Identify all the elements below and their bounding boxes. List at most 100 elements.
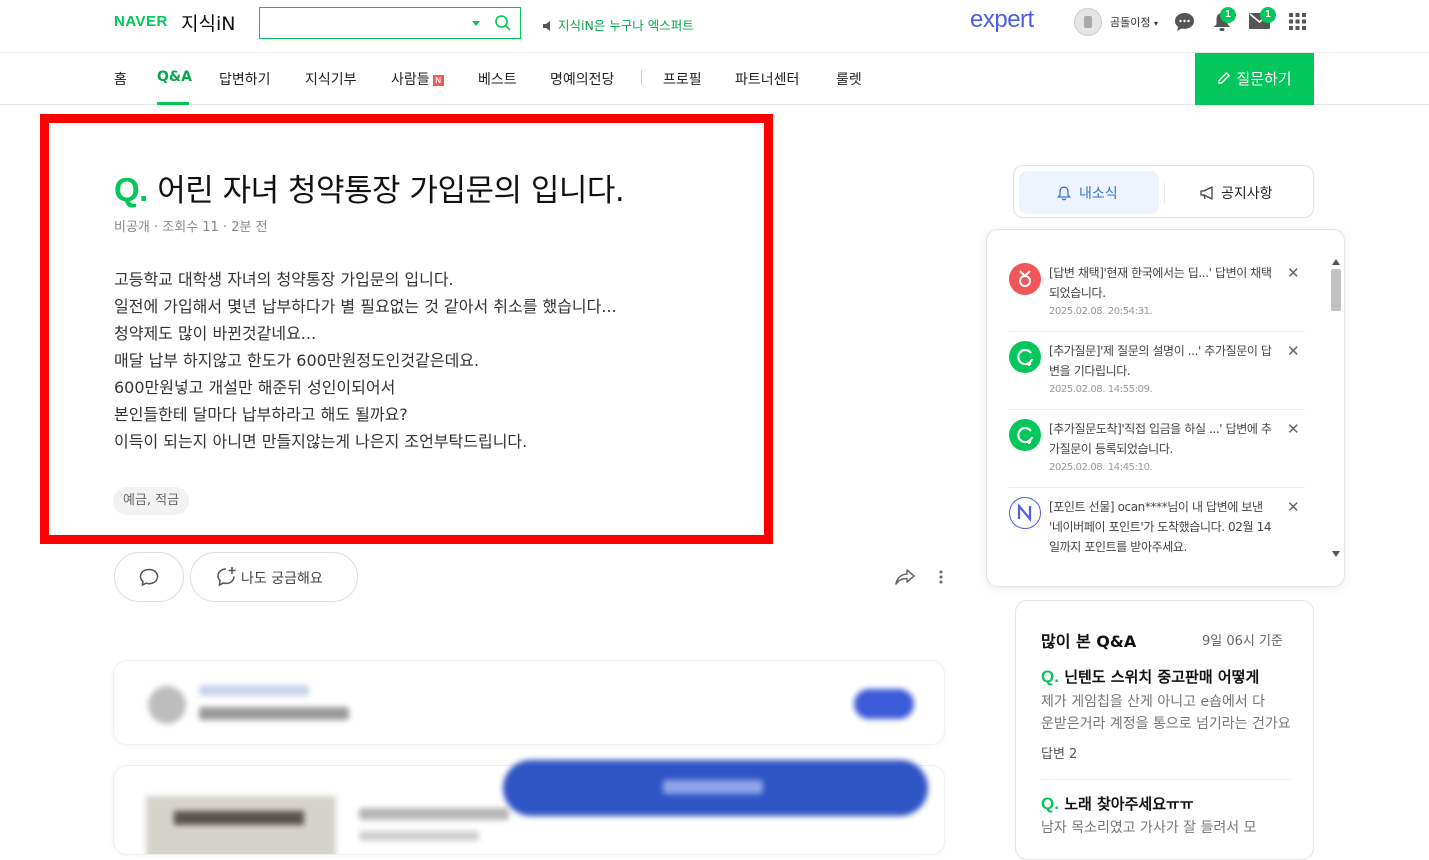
question-mark-label: Q.: [1041, 794, 1059, 813]
popular-answer-preview[interactable]: 제가 게임칩을 산게 아니고 e숍에서 다 운받은거라 계정을 통으로 넘기라는…: [1041, 691, 1291, 735]
popular-answer-preview[interactable]: 남자 목소리였고 가사가 잘 들려서 모: [1041, 817, 1291, 839]
tab-my-news[interactable]: 내소식: [1019, 171, 1159, 214]
expert-notice-text: 지식iN은 누구나 엑스퍼트: [557, 18, 694, 33]
tab-divider: [1164, 183, 1165, 203]
search-dropdown-caret-icon[interactable]: [472, 21, 480, 26]
question-mark-label: Q.: [114, 171, 148, 208]
nickname-text: 곰돌이정: [1110, 16, 1151, 29]
tab-notice[interactable]: 공지사항: [1174, 171, 1310, 214]
search-icon[interactable]: [494, 14, 512, 32]
blurred-answer-prompt-card: [113, 660, 945, 745]
question-body-line: 일전에 가입해서 몇년 납부하다가 별 필요없는 것 같아서 취소를 했습니다.…: [114, 297, 617, 316]
ask-question-label: 질문하기: [1236, 70, 1292, 88]
ask-question-button[interactable]: 질문하기: [1195, 53, 1314, 105]
question-body-line: 본인들한테 달마다 납부하라고 해도 될까요?: [114, 405, 408, 424]
new-badge: N: [432, 75, 444, 86]
close-icon[interactable]: ✕: [1287, 342, 1300, 360]
question-body-line: 이득이 되는지 아니면 만들지않는게 나은지 조언부탁드립니다.: [114, 432, 528, 451]
divider: [1009, 409, 1305, 410]
pencil-icon: [1218, 72, 1231, 84]
kin-logo[interactable]: 지식iN: [181, 9, 235, 36]
nav-people[interactable]: 사람들 N: [391, 69, 444, 89]
close-icon[interactable]: ✕: [1287, 264, 1300, 282]
divider: [1009, 331, 1305, 332]
question-mark-label: Q.: [1041, 667, 1059, 686]
question-title: Q. 어린 자녀 청약통장 가입문의 입니다.: [114, 165, 625, 210]
trophy-icon: [1009, 263, 1041, 295]
comment-button[interactable]: [114, 552, 184, 602]
scroll-down-arrow-icon[interactable]: [1332, 551, 1340, 557]
popular-question[interactable]: Q. 노래 찾아주세요ㅠㅠ: [1041, 793, 1291, 814]
question-body-line: 청약제도 많이 바뀐것같네요...: [114, 324, 317, 343]
nav-qna[interactable]: Q&A: [157, 69, 192, 85]
nav-hall-of-fame[interactable]: 명예의전당: [550, 69, 614, 89]
scroll-up-arrow-icon[interactable]: [1332, 259, 1340, 265]
main-nav: 홈 Q&A 답변하기 지식기부 사람들 N 베스트 명예의전당 프로필 파트너센터…: [0, 53, 1429, 105]
search-box: [259, 7, 521, 39]
notification-text: [추가질문]'제 질문의 설명이 ...' 추가질문이 답변을 기다립니다.: [1049, 344, 1272, 378]
notification-text: [답변 채택]'현재 한국에서는 딥...' 답변이 채택되었습니다.: [1049, 266, 1272, 300]
nav-partner-center[interactable]: 파트너센터: [735, 69, 799, 89]
popular-qna-time: 9일 06시 기준: [1202, 634, 1283, 649]
nav-active-indicator: [157, 102, 189, 105]
notification-badge: 1: [1220, 7, 1236, 23]
curious-button[interactable]: 나도 궁금해요: [190, 552, 358, 602]
curious-label: 나도 궁금해요: [241, 571, 323, 587]
question-title-text: 어린 자녀 청약통장 가입문의 입니다.: [157, 173, 625, 209]
notification-date: 2025.02.08. 14:55:09.: [1049, 384, 1153, 395]
notification-panel: [답변 채택]'현재 한국에서는 딥...' 답변이 채택되었습니다. 2025…: [986, 229, 1345, 587]
apps-grid-icon[interactable]: [1289, 13, 1306, 30]
search-input[interactable]: [268, 8, 468, 36]
refresh-plus-icon: [1009, 341, 1041, 373]
popular-question-text: 노래 찾아주세요ㅠㅠ: [1064, 795, 1194, 813]
expert-logo[interactable]: expert: [970, 6, 1034, 34]
nav-profile[interactable]: 프로필: [663, 69, 702, 89]
speaker-icon: [543, 21, 550, 31]
close-icon[interactable]: ✕: [1287, 420, 1300, 438]
blurred-answer-button[interactable]: [503, 760, 928, 816]
megaphone-icon: [1200, 186, 1213, 200]
answer-preview-line: 남자 목소리였고 가사가 잘 들려서 모: [1041, 820, 1257, 836]
question-meta: 비공개 · 조회수 11 · 2분 전: [114, 220, 268, 235]
popular-qna-card: 많이 본 Q&A 9일 06시 기준 Q. 닌텐도 스위치 중고판매 어떻게 제…: [1015, 600, 1314, 860]
nav-divider: [641, 70, 642, 85]
avatar[interactable]: [1074, 8, 1102, 36]
chevron-down-icon: ▾: [1153, 19, 1158, 28]
nav-best[interactable]: 베스트: [478, 69, 517, 89]
tab-notice-label: 공지사항: [1221, 186, 1273, 202]
notification-text: [포인트 선물] ocan****님이 내 답변에 보낸 '네이버페이 포인트'…: [1049, 500, 1272, 554]
nav-answer[interactable]: 답변하기: [219, 69, 271, 89]
top-header: NAVER 지식iN 지식iN은 누구나 엑스퍼트 expert 곰돌이정 ▾ …: [0, 0, 1429, 53]
naver-logo[interactable]: NAVER: [114, 13, 168, 30]
chat-bubble-icon[interactable]: [1174, 12, 1195, 32]
nav-home[interactable]: 홈: [114, 69, 127, 89]
popular-question-text: 닌텐도 스위치 중고판매 어떻게: [1064, 668, 1260, 686]
notification-date: 2025.02.08. 14:45:10.: [1049, 462, 1153, 473]
refresh-plus-icon: [1009, 419, 1041, 451]
user-nickname[interactable]: 곰돌이정 ▾: [1110, 14, 1158, 30]
notification-date: 2025.02.08. 20:54:31.: [1049, 306, 1153, 317]
mail-badge: 1: [1260, 7, 1276, 23]
more-vertical-icon[interactable]: [939, 570, 943, 584]
nav-people-label: 사람들: [391, 72, 430, 88]
question-body: 고등학교 대학생 자녀의 청약통장 가입문의 입니다. 일전에 가입해서 몇년 …: [114, 266, 617, 455]
tab-my-news-label: 내소식: [1079, 186, 1118, 202]
category-tag[interactable]: 예금, 적금: [113, 487, 190, 515]
share-icon[interactable]: [895, 569, 915, 585]
comment-icon: [139, 568, 159, 587]
notification-text: [추가질문도착]'직접 입금을 하실 ...' 답변에 추가질문이 등록되었습니…: [1049, 422, 1272, 456]
popular-question[interactable]: Q. 닌텐도 스위치 중고판매 어떻게: [1041, 666, 1291, 687]
expert-notice-link[interactable]: 지식iN은 누구나 엑스퍼트: [543, 15, 694, 34]
nav-roulette[interactable]: 룰렛: [836, 69, 862, 89]
question-body-line: 고등학교 대학생 자녀의 청약통장 가입문의 입니다.: [114, 270, 454, 289]
question-body-line: 600만원넣고 개설만 해준뒤 성인이되어서: [114, 378, 396, 397]
nav-donation[interactable]: 지식기부: [305, 69, 357, 89]
close-icon[interactable]: ✕: [1287, 498, 1300, 516]
answer-preview-line: 제가 게임칩을 산게 아니고 e숍에서 다: [1041, 694, 1266, 710]
answer-preview-line: 운받은거라 계정을 통으로 넘기라는 건가요: [1041, 716, 1291, 732]
answer-count: 답변 2: [1041, 747, 1078, 762]
divider: [1009, 487, 1305, 488]
scrollbar-thumb[interactable]: [1331, 269, 1341, 311]
npay-icon: [1009, 497, 1041, 529]
sidebar-tabs: 내소식 공지사항: [1013, 165, 1314, 218]
